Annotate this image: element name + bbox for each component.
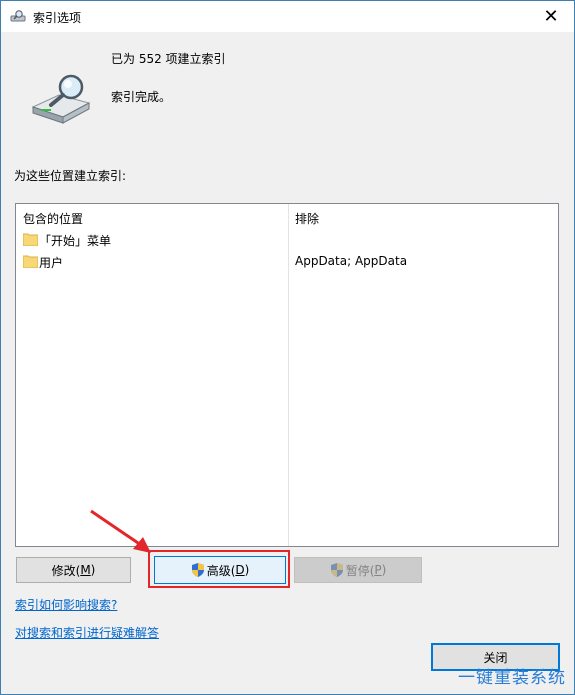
arrow-annotation-icon [90,509,151,553]
indexing-icon [10,10,26,22]
modify-label-tail: ) [90,563,96,577]
pause-button: 暂停(P) [294,557,422,583]
list-item[interactable]: 「开始」菜单 [16,230,558,250]
troubleshoot-search-link[interactable]: 对搜索和索引进行疑难解答 [15,624,159,641]
close-icon[interactable]: ✕ [528,1,574,32]
folder-icon [23,233,38,246]
window-title: 索引选项 [33,11,82,25]
pause-label: 暂停( [345,563,375,578]
title-bar: 索引选项 ✕ [1,1,574,32]
locations-list[interactable]: 包含的位置 排除 「开始」菜单 用户 AppData; AppData [15,203,559,547]
index-status-text: 索引完成。 [111,90,172,104]
folder-icon [23,255,38,268]
indexed-count-text: 已为 552 项建立索引 [111,52,226,66]
list-item[interactable]: 用户 AppData; AppData [16,252,558,272]
section-label: 为这些位置建立索引: [14,169,127,183]
exclude-value: AppData; AppData [295,254,408,268]
modify-accesskey: M [80,563,91,577]
how-indexing-affects-search-link[interactable]: 索引如何影响搜索? [15,596,117,613]
magnifier-drive-icon [31,74,91,124]
highlight-annotation [148,550,290,588]
indexing-options-dialog: 索引选项 ✕ 已为 552 项建立索引 索引完成。 为这些位置建立索引: 包含的… [0,0,575,695]
location-name: 用户 [39,256,64,270]
location-name: 「开始」菜单 [39,234,112,248]
pause-accesskey: P [374,563,382,577]
pause-label-tail: ) [381,563,387,577]
modify-label: 修改( [51,563,81,578]
column-header-exclude[interactable]: 排除 [295,210,319,227]
column-header-location[interactable]: 包含的位置 [23,210,83,227]
shield-icon [330,563,343,577]
modify-button[interactable]: 修改(M) [16,557,131,583]
watermark-text: 一键重装系统 [458,668,566,688]
